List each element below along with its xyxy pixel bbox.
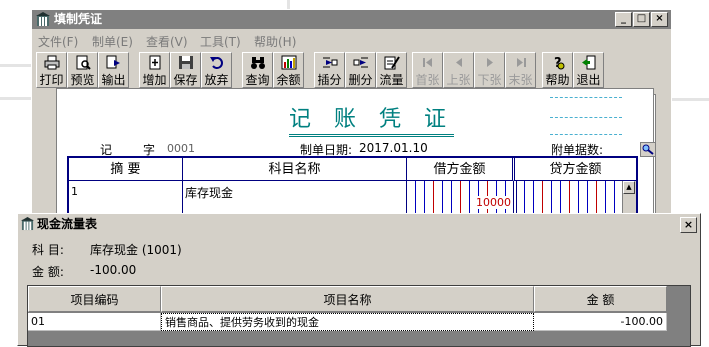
magnifier-icon[interactable] — [640, 142, 656, 157]
save-button[interactable]: 保存 — [170, 52, 201, 88]
insert-entry-button[interactable]: 插分 — [314, 52, 345, 88]
balance-chart-icon — [281, 55, 296, 70]
maximize-button[interactable]: □ — [633, 12, 650, 27]
dialog-titlebar[interactable]: 现金流量表 × — [18, 214, 700, 234]
row-amount[interactable]: -100.00 — [534, 313, 667, 331]
menu-bar: 文件(F) 制单(E) 查看(V) 工具(T) 帮助(H) — [32, 30, 671, 50]
menu-tools[interactable]: 工具(T) — [200, 33, 241, 50]
preview-icon — [76, 55, 91, 70]
help-button[interactable]: ? 帮助 — [542, 52, 573, 88]
last-icon — [516, 58, 526, 67]
voucher-dotted-line — [550, 117, 622, 118]
add-button[interactable]: 增加 — [139, 52, 170, 88]
previous-icon — [455, 58, 462, 67]
exit-icon — [581, 55, 595, 70]
voucher-window-titlebar[interactable]: 填制凭证 _ □ × — [32, 10, 671, 29]
background-divider — [672, 98, 709, 101]
first-voucher-button[interactable]: 首张 — [412, 52, 443, 88]
undo-icon — [209, 57, 223, 69]
row-code[interactable]: 01 — [28, 313, 161, 331]
background-divider — [0, 64, 31, 67]
entry-debit-amount[interactable]: 10000 — [474, 196, 511, 209]
delete-row-icon — [353, 57, 368, 68]
add-icon — [149, 55, 160, 70]
previous-voucher-button[interactable]: 上张 — [443, 52, 474, 88]
app-icon — [36, 12, 50, 26]
entry-account[interactable]: 库存现金 — [185, 184, 233, 201]
entry-row-index[interactable]: 1 — [71, 185, 78, 198]
next-icon — [486, 58, 493, 67]
close-button[interactable]: × — [651, 12, 668, 27]
preview-button[interactable]: 预览 — [67, 52, 98, 88]
amount-value: -100.00 — [90, 263, 137, 277]
export-icon — [106, 55, 120, 69]
column-header-name[interactable]: 项目名称 — [161, 286, 534, 312]
help-icon: ? — [554, 56, 564, 70]
background-divider — [287, 0, 290, 9]
row-name[interactable]: 销售商品、提供劳务收到的现金 — [161, 313, 534, 331]
header-summary: 摘 要 — [69, 158, 183, 181]
window-title: 填制凭证 — [54, 12, 103, 26]
voucher-date[interactable]: 2017.01.10 — [359, 141, 428, 155]
voucher-dotted-line — [550, 134, 622, 135]
minimize-button[interactable]: _ — [615, 12, 632, 27]
query-button[interactable]: 查询 — [242, 52, 273, 88]
next-voucher-button[interactable]: 下张 — [474, 52, 505, 88]
menu-help[interactable]: 帮助(H) — [254, 33, 296, 50]
column-header-amount[interactable]: 金 额 — [534, 286, 667, 312]
print-button[interactable]: 打印 — [36, 52, 67, 88]
balance-button[interactable]: 余额 — [273, 52, 304, 88]
app-icon — [21, 217, 34, 231]
menu-voucher[interactable]: 制单(E) — [92, 33, 133, 50]
cash-flow-grid: 项目编码 项目名称 金 额 01 销售商品、提供劳务收到的现金 -100.00 — [27, 285, 691, 347]
exit-button[interactable]: 退出 — [573, 52, 604, 88]
voucher-number[interactable]: 0001 — [167, 142, 195, 155]
column-header-code[interactable]: 项目编码 — [28, 286, 161, 312]
subject-label: 科 目: — [32, 243, 64, 257]
export-button[interactable]: 输出 — [98, 52, 129, 88]
amount-label: 金 额: — [32, 265, 64, 279]
voucher-title: 记 账 凭 证 — [289, 101, 454, 137]
voucher-sheet: 记 账 凭 证 记 字 0001 制单日期: 2017.01.10 附单据数: … — [56, 88, 656, 226]
first-icon — [422, 58, 432, 67]
header-account: 科目名称 — [183, 158, 407, 181]
toolbar: 打印 预览 输出 增加 保存 放弃 查询 余额 插分 删分 流量 首张 上张 下… — [36, 52, 671, 88]
save-icon — [178, 56, 193, 69]
cash-flow-dialog: 现金流量表 × 科 目: 库存现金 (1001) 金 额: -100.00 项目… — [17, 213, 701, 347]
menu-view[interactable]: 查看(V) — [146, 33, 188, 50]
binoculars-icon — [250, 57, 265, 69]
delete-entry-button[interactable]: 删分 — [345, 52, 376, 88]
header-credit: 贷方金额 — [515, 158, 636, 181]
scroll-up-button[interactable]: ▲ — [623, 181, 635, 194]
subject-value: 库存现金 (1001) — [90, 243, 182, 257]
last-voucher-button[interactable]: 末张 — [505, 52, 536, 88]
dialog-title: 现金流量表 — [37, 217, 98, 231]
dialog-close-button[interactable]: × — [680, 217, 697, 233]
printer-icon — [44, 55, 59, 70]
header-debit: 借方金额 — [407, 158, 515, 181]
voucher-dotted-line — [550, 97, 622, 98]
insert-row-icon — [322, 57, 337, 68]
background-divider — [0, 97, 31, 100]
discard-button[interactable]: 放弃 — [201, 52, 232, 88]
cash-flow-button[interactable]: 流量 — [376, 52, 407, 88]
menu-file[interactable]: 文件(F) — [38, 33, 78, 50]
flow-edit-icon — [384, 56, 400, 70]
